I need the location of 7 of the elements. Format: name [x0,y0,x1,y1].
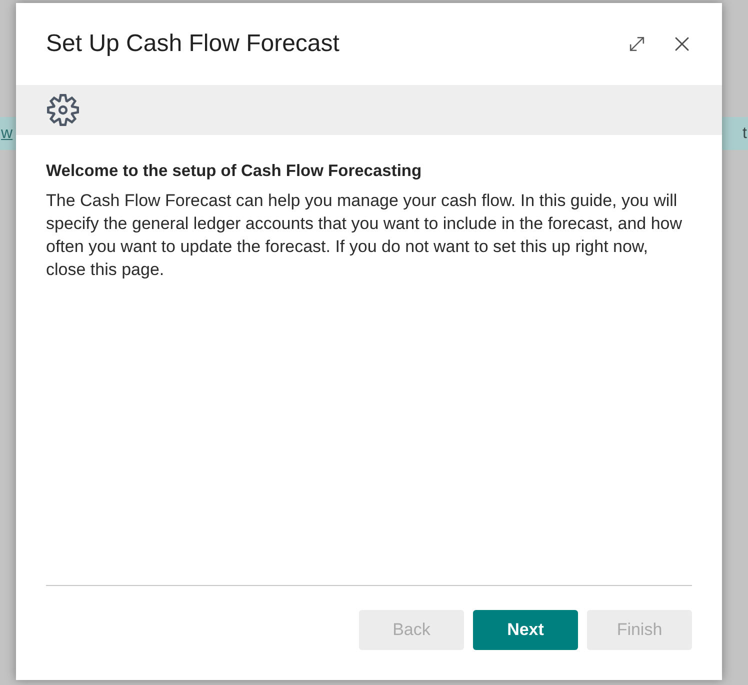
background-link[interactable]: w [1,122,13,146]
settings-icon [47,94,79,126]
background-text: t [742,124,747,144]
step-description: The Cash Flow Forecast can help you manage your cash flow. In this guide, you will specify the general ledger accounts that you want to include in the forecast, and how often you want to update the forecast. If you do not want to set this up right now, close this page. [46,190,684,281]
step-heading: Welcome to the setup of Cash Flow Forecasting [46,161,423,182]
dialog-title: Set Up Cash Flow Forecast [46,29,340,59]
wizard-button[interactable]: Next [473,610,578,650]
